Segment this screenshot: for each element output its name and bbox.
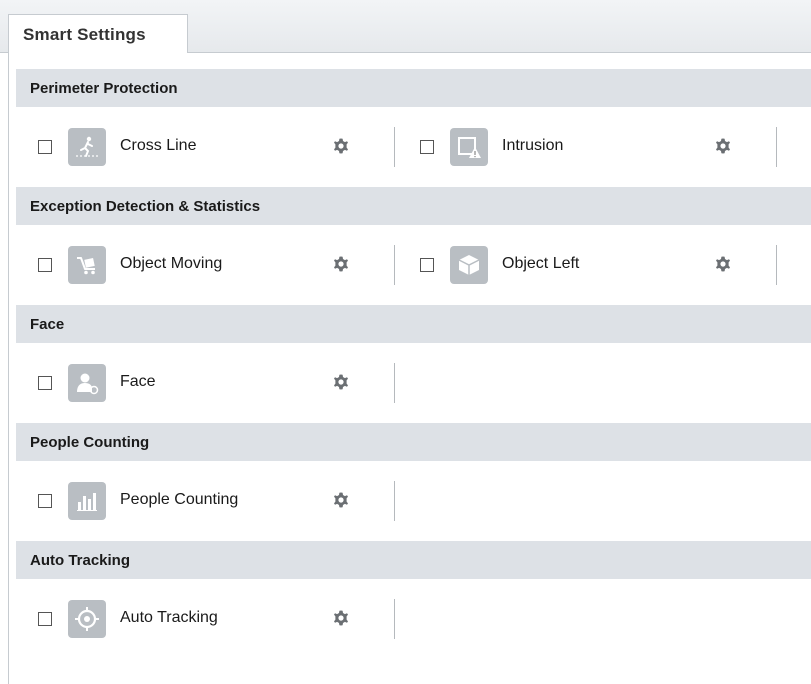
column-divider — [776, 245, 777, 285]
object-moving-label: Object Moving — [120, 255, 223, 272]
column-divider — [394, 599, 395, 639]
section-header-face: Face — [16, 305, 811, 343]
auto-tracking-settings-gear-icon[interactable] — [332, 609, 350, 627]
object-left-icon — [450, 246, 488, 284]
face-icon — [68, 364, 106, 402]
face-settings-gear-icon[interactable] — [332, 373, 350, 391]
section-header-people-counting: People Counting — [16, 423, 811, 461]
column-divider — [776, 127, 777, 167]
function-item-people-counting: People Counting — [16, 461, 396, 541]
tab-bar: Smart Settings — [0, 0, 811, 54]
intrusion-checkbox[interactable] — [420, 140, 434, 154]
function-item-cross-line: Cross Line — [16, 107, 396, 187]
face-label: Face — [120, 373, 156, 390]
column-divider — [394, 245, 395, 285]
people-counting-checkbox[interactable] — [38, 494, 52, 508]
cross-line-label: Cross Line — [120, 137, 197, 154]
face-checkbox[interactable] — [38, 376, 52, 390]
tab-smart-settings[interactable]: Smart Settings — [8, 14, 188, 54]
intrusion-icon — [450, 128, 488, 166]
auto-tracking-checkbox[interactable] — [38, 612, 52, 626]
object-moving-icon — [68, 246, 106, 284]
section-header-exception-detection: Exception Detection & Statistics — [16, 187, 811, 225]
object-moving-checkbox[interactable] — [38, 258, 52, 272]
column-divider — [394, 363, 395, 403]
column-divider — [394, 481, 395, 521]
function-item-object-left: Object Left — [398, 225, 778, 305]
section-row-face: Face — [16, 343, 811, 423]
function-item-auto-tracking: Auto Tracking — [16, 579, 396, 659]
section-header-auto-tracking: Auto Tracking — [16, 541, 811, 579]
cross-line-checkbox[interactable] — [38, 140, 52, 154]
people-counting-label: People Counting — [120, 491, 239, 508]
auto-tracking-label: Auto Tracking — [120, 609, 218, 626]
section-header-perimeter-protection: Perimeter Protection — [16, 69, 811, 107]
section-row-exception-detection: Object Moving Object Left — [16, 225, 811, 305]
section-row-people-counting: People Counting — [16, 461, 811, 541]
section-row-perimeter-protection: Cross Line Intrusion — [16, 107, 811, 187]
section-row-auto-tracking: Auto Tracking — [16, 579, 811, 659]
people-counting-icon — [68, 482, 106, 520]
intrusion-settings-gear-icon[interactable] — [714, 137, 732, 155]
cross-line-settings-gear-icon[interactable] — [332, 137, 350, 155]
object-left-checkbox[interactable] — [420, 258, 434, 272]
function-item-intrusion: Intrusion — [398, 107, 778, 187]
function-item-object-moving: Object Moving — [16, 225, 396, 305]
auto-tracking-icon — [68, 600, 106, 638]
column-divider — [394, 127, 395, 167]
object-left-label: Object Left — [502, 255, 580, 272]
intrusion-label: Intrusion — [502, 137, 564, 154]
object-left-settings-gear-icon[interactable] — [714, 255, 732, 273]
object-moving-settings-gear-icon[interactable] — [332, 255, 350, 273]
people-counting-settings-gear-icon[interactable] — [332, 491, 350, 509]
cross-line-icon — [68, 128, 106, 166]
function-item-face: Face — [16, 343, 396, 423]
